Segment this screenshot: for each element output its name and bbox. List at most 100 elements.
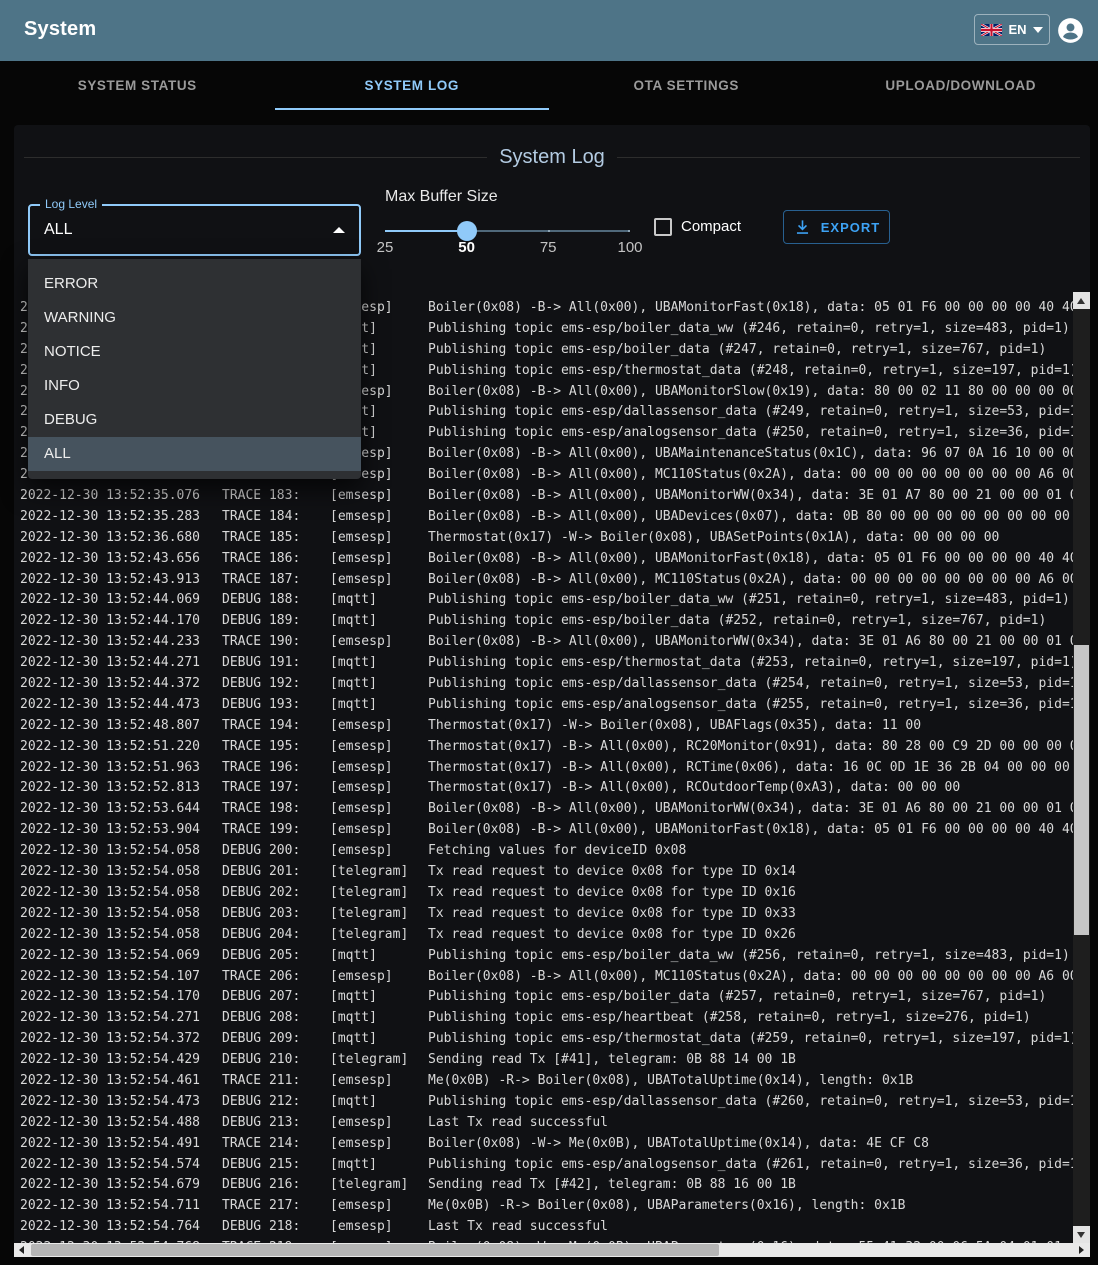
log-timestamp: 2022-12-30 13:52:54.058 xyxy=(20,925,222,946)
vertical-scrollbar-thumb[interactable] xyxy=(1074,645,1089,935)
log-row: 2022-12-30 13:52:54.711TRACE 217:[emsesp… xyxy=(14,1196,1073,1217)
log-row: 2022-12-30 13:52:54.069DEBUG 205:[mqtt]P… xyxy=(14,946,1073,967)
log-row: 2022-12-30 13:52:35.283TRACE 184:[emsesp… xyxy=(14,507,1073,528)
log-level-tag: DEBUG 205: xyxy=(222,946,330,967)
log-row: 2022-12-30 13:52:44.372DEBUG 192:[mqtt]P… xyxy=(14,674,1073,695)
log-source: [emsesp] xyxy=(330,632,428,653)
log-message: Publishing topic ems-esp/analogsensor_da… xyxy=(428,697,1073,712)
log-row: 2022-12-30 13:52:54.461TRACE 211:[emsesp… xyxy=(14,1071,1073,1092)
log-timestamp: 2022-12-30 13:52:54.058 xyxy=(20,904,222,925)
horizontal-scrollbar-thumb[interactable] xyxy=(31,1244,719,1256)
log-timestamp: 2022-12-30 13:52:44.372 xyxy=(20,674,222,695)
log-message: Sending read Tx [#42], telegram: 0B 88 1… xyxy=(428,1177,796,1192)
account-icon[interactable] xyxy=(1057,17,1084,44)
log-row: 2022-12-30 13:52:54.429DEBUG 210:[telegr… xyxy=(14,1050,1073,1071)
log-level-tag: TRACE 199: xyxy=(222,820,330,841)
menu-item-error[interactable]: ERROR xyxy=(28,267,361,301)
tab-upload-download[interactable]: UPLOAD/DOWNLOAD xyxy=(824,61,1098,110)
log-source: [emsesp] xyxy=(330,758,428,779)
log-source: [emsesp] xyxy=(330,716,428,737)
tab-ota-settings[interactable]: OTA SETTINGS xyxy=(549,61,824,110)
scroll-right-button[interactable] xyxy=(1073,1243,1090,1257)
log-row: 2022-12-30 13:52:52.813TRACE 197:[emsesp… xyxy=(14,778,1073,799)
log-timestamp: 2022-12-30 13:52:52.813 xyxy=(20,778,222,799)
log-level-tag: TRACE 190: xyxy=(222,632,330,653)
log-row: 2022-12-30 13:52:54.574DEBUG 215:[mqtt]P… xyxy=(14,1155,1073,1176)
log-row: 2022-12-30 13:52:53.904TRACE 199:[emsesp… xyxy=(14,820,1073,841)
log-source: [telegram] xyxy=(330,1175,428,1196)
log-message: Boiler(0x08) -B-> All(0x00), UBADevices(… xyxy=(428,509,1073,524)
log-row: 2022-12-30 13:52:35.076TRACE 183:[emsesp… xyxy=(14,486,1073,507)
menu-item-debug[interactable]: DEBUG xyxy=(28,403,361,437)
log-source: [telegram] xyxy=(330,883,428,904)
horizontal-scrollbar[interactable] xyxy=(14,1243,1090,1257)
log-timestamp: 2022-12-30 13:52:54.058 xyxy=(20,841,222,862)
scroll-up-button[interactable] xyxy=(1073,292,1090,309)
slider-mark-labels: 25 50 75 100 xyxy=(385,239,630,257)
menu-item-all[interactable]: ALL xyxy=(28,437,361,471)
log-source: [emsesp] xyxy=(330,570,428,591)
log-timestamp: 2022-12-30 13:52:54.491 xyxy=(20,1134,222,1155)
log-level-tag: TRACE 183: xyxy=(222,486,330,507)
log-source: [mqtt] xyxy=(330,987,428,1008)
menu-item-warning[interactable]: WARNING xyxy=(28,301,361,335)
log-message: Thermostat(0x17) -B-> All(0x00), RCOutdo… xyxy=(428,780,960,795)
log-message: Publishing topic ems-esp/heartbeat (#258… xyxy=(428,1010,1031,1025)
language-selector[interactable]: EN xyxy=(974,14,1050,45)
log-level-tag: TRACE 211: xyxy=(222,1071,330,1092)
tab-bar: SYSTEM STATUS SYSTEM LOG OTA SETTINGS UP… xyxy=(0,61,1098,110)
menu-item-info[interactable]: INFO xyxy=(28,369,361,403)
log-timestamp: 2022-12-30 13:52:54.461 xyxy=(20,1071,222,1092)
log-message: Thermostat(0x17) -W-> Boiler(0x08), UBAF… xyxy=(428,718,921,733)
log-level-tag: DEBUG 191: xyxy=(222,653,330,674)
log-source: [emsesp] xyxy=(330,507,428,528)
log-timestamp: 2022-12-30 13:52:54.429 xyxy=(20,1050,222,1071)
scroll-left-button[interactable] xyxy=(14,1243,31,1257)
language-label: EN xyxy=(1008,22,1026,37)
log-message: Tx read request to device 0x08 for type … xyxy=(428,885,796,900)
log-level-tag: DEBUG 216: xyxy=(222,1175,330,1196)
log-row: 2022-12-30 13:52:44.233TRACE 190:[emsesp… xyxy=(14,632,1073,653)
log-message: Me(0x0B) -R-> Boiler(0x08), UBATotalUpti… xyxy=(428,1073,913,1088)
log-source: [emsesp] xyxy=(330,737,428,758)
log-timestamp: 2022-12-30 13:52:54.679 xyxy=(20,1175,222,1196)
log-level-tag: TRACE 186: xyxy=(222,549,330,570)
log-message: Publishing topic ems-esp/boiler_data_ww … xyxy=(428,321,1070,336)
log-message: Publishing topic ems-esp/analogsensor_da… xyxy=(428,1157,1073,1172)
log-source: [emsesp] xyxy=(330,528,428,549)
log-message: Boiler(0x08) -B-> All(0x00), UBAMonitorF… xyxy=(428,551,1073,566)
log-timestamp: 2022-12-30 13:52:48.807 xyxy=(20,716,222,737)
tab-system-log[interactable]: SYSTEM LOG xyxy=(275,61,550,110)
log-message: Publishing topic ems-esp/dallassensor_da… xyxy=(428,1094,1073,1109)
log-row: 2022-12-30 13:52:54.679DEBUG 216:[telegr… xyxy=(14,1175,1073,1196)
log-message: Boiler(0x08) -B-> All(0x00), UBAMonitorW… xyxy=(428,634,1073,649)
log-source: [mqtt] xyxy=(330,946,428,967)
tab-system-status[interactable]: SYSTEM STATUS xyxy=(0,61,275,110)
export-button[interactable]: EXPORT xyxy=(783,210,890,244)
scroll-down-button[interactable] xyxy=(1073,1226,1090,1243)
log-source: [emsesp] xyxy=(330,1113,428,1134)
chevron-up-icon xyxy=(333,227,345,233)
log-message: Publishing topic ems-esp/boiler_data (#2… xyxy=(428,342,1046,357)
log-row: 2022-12-30 13:52:54.372DEBUG 209:[mqtt]P… xyxy=(14,1029,1073,1050)
log-level-select[interactable]: Log Level ALL xyxy=(28,204,361,256)
buffer-size-slider[interactable] xyxy=(385,221,630,241)
log-level-tag: TRACE 214: xyxy=(222,1134,330,1155)
divider xyxy=(24,157,487,158)
log-message: Sending read Tx [#41], telegram: 0B 88 1… xyxy=(428,1052,796,1067)
buffer-size-label: Max Buffer Size xyxy=(385,188,498,206)
log-timestamp: 2022-12-30 13:52:43.656 xyxy=(20,549,222,570)
log-timestamp: 2022-12-30 13:52:43.913 xyxy=(20,570,222,591)
vertical-scrollbar[interactable] xyxy=(1073,292,1090,1243)
log-row: 2022-12-30 13:52:54.271DEBUG 208:[mqtt]P… xyxy=(14,1008,1073,1029)
menu-item-notice[interactable]: NOTICE xyxy=(28,335,361,369)
log-timestamp: 2022-12-30 13:52:44.473 xyxy=(20,695,222,716)
log-message: Boiler(0x08) -B-> All(0x00), UBAMonitorS… xyxy=(428,384,1073,399)
log-timestamp: 2022-12-30 13:52:44.069 xyxy=(20,590,222,611)
log-row: 2022-12-30 13:52:43.656TRACE 186:[emsesp… xyxy=(14,549,1073,570)
compact-checkbox[interactable] xyxy=(654,218,672,236)
log-timestamp: 2022-12-30 13:52:51.220 xyxy=(20,737,222,758)
log-row: 2022-12-30 13:52:54.107TRACE 206:[emsesp… xyxy=(14,967,1073,988)
slider-thumb[interactable] xyxy=(457,221,477,241)
log-source: [mqtt] xyxy=(330,1155,428,1176)
